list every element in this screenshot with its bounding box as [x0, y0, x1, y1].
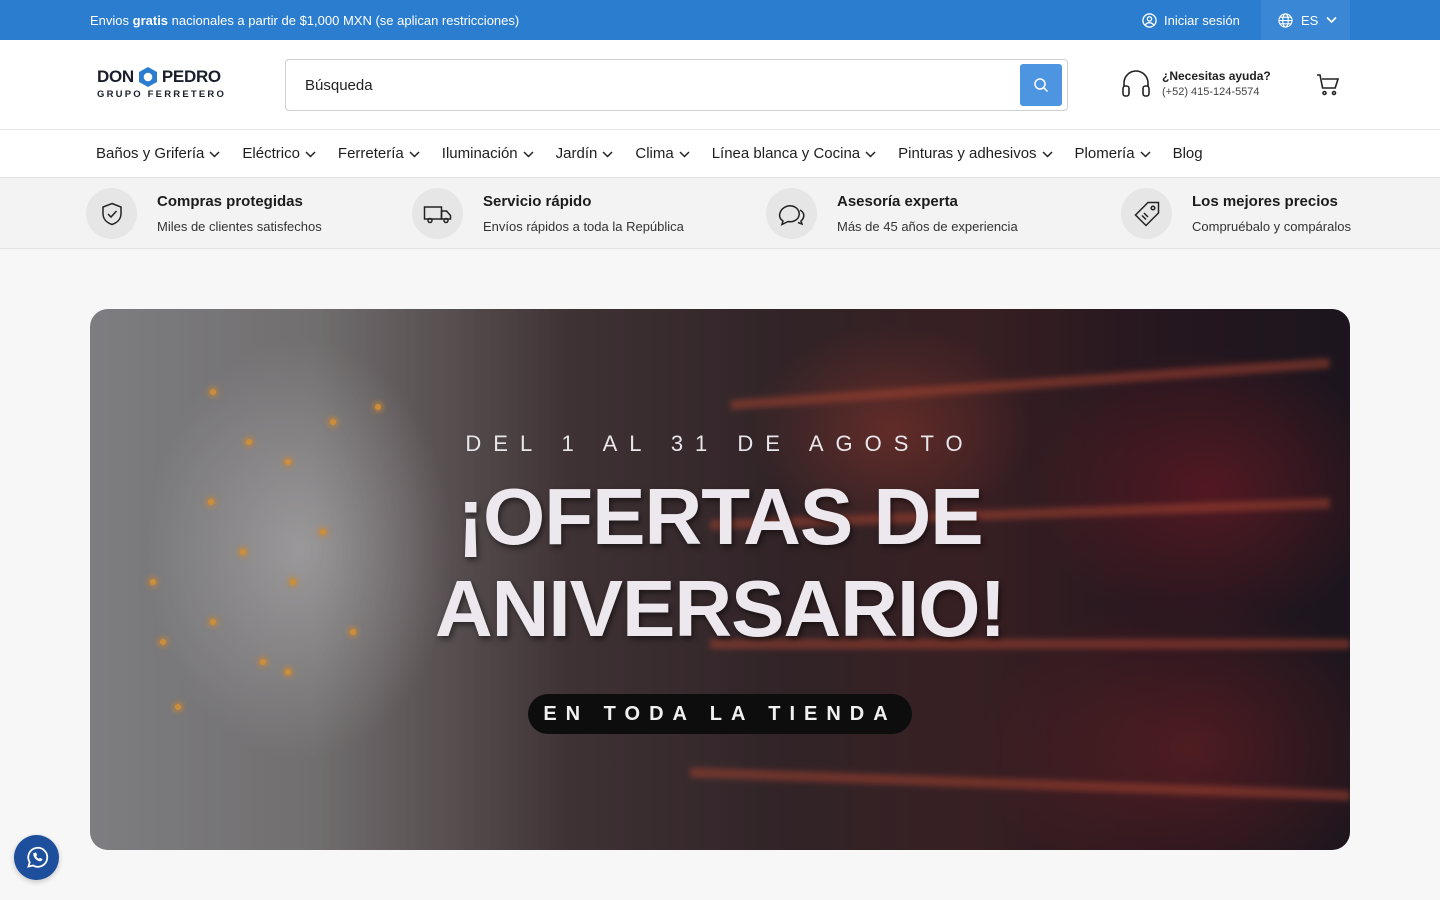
help-title: ¿Necesitas ayuda?: [1162, 68, 1271, 83]
hero-banner[interactable]: DEL 1 AL 31 DE AGOSTO ¡OFERTAS DE ANIVER…: [90, 309, 1350, 850]
chevron-down-icon: [1042, 151, 1053, 158]
nav-label: Blog: [1172, 145, 1203, 162]
user-circle-icon: [1142, 12, 1157, 28]
chevron-down-icon: [409, 151, 420, 158]
chevron-down-icon: [865, 151, 876, 158]
chevron-down-icon: [1140, 151, 1151, 158]
feature-mejores-precios: Los mejores precios Compruébalo y compár…: [1121, 188, 1351, 239]
language-selector[interactable]: ES: [1261, 0, 1350, 40]
nav-item-ferreteria[interactable]: Ferretería: [338, 145, 420, 162]
help-contact[interactable]: ¿Necesitas ayuda? (+52) 415-124-5574: [1120, 67, 1271, 99]
site-logo[interactable]: DON PEDRO GRUPO FERRETERO: [97, 67, 237, 103]
logo-text-pedro: PEDRO: [161, 67, 221, 86]
hero-headline-line1: ¡OFERTAS DE: [457, 472, 983, 561]
headphones-icon: [1122, 70, 1150, 97]
globe-icon: [1278, 12, 1293, 28]
search-placeholder: Búsqueda: [305, 76, 373, 94]
announcement-text: Envios gratis nacionales a partir de $1,…: [90, 12, 520, 28]
hero-date: DEL 1 AL 31 DE AGOSTO: [465, 431, 975, 456]
announcement-bar: Envios gratis nacionales a partir de $1,…: [0, 0, 1440, 40]
feature-subtitle: Miles de clientes satisfechos: [157, 219, 322, 234]
feature-subtitle: Más de 45 años de experiencia: [837, 219, 1018, 234]
nav-label: Clima: [635, 145, 674, 162]
feature-asesoria-experta: Asesoría experta Más de 45 años de exper…: [766, 188, 1018, 239]
nav-item-electrico[interactable]: Eléctrico: [242, 145, 316, 162]
hero-cta-pill: EN TODA LA TIENDA: [528, 694, 912, 734]
search-input[interactable]: Búsqueda: [285, 59, 1068, 111]
login-link[interactable]: Iniciar sesión: [1142, 0, 1240, 40]
nav-label: Iluminación: [441, 145, 518, 162]
nav-item-jardin[interactable]: Jardín: [556, 145, 614, 162]
chevron-down-icon: [305, 151, 316, 158]
feature-title: Compras protegidas: [157, 193, 303, 210]
chevron-down-icon: [679, 151, 690, 158]
main-navigation: Baños y Grifería Eléctrico Ferretería Il…: [0, 130, 1440, 178]
feature-title: Asesoría experta: [837, 193, 958, 210]
nav-label: Ferretería: [337, 145, 404, 162]
feature-icon-wrap: [86, 188, 137, 239]
nav-label: Pinturas y adhesivos: [898, 145, 1037, 162]
nav-item-plomeria[interactable]: Plomería: [1075, 145, 1151, 162]
chevron-down-icon: [209, 151, 220, 158]
nav-label: Jardín: [555, 145, 598, 162]
truck-icon: [423, 205, 451, 223]
chevron-down-icon: [602, 151, 613, 158]
nav-item-blog[interactable]: Blog: [1173, 145, 1203, 162]
feature-icon-wrap: [766, 188, 817, 239]
logo-text-don: DON: [97, 67, 134, 86]
hex-nut-logo-icon: [138, 67, 157, 87]
feature-title: Los mejores precios: [1192, 193, 1338, 210]
shield-check-icon: [101, 202, 122, 225]
feature-subtitle: Envíos rápidos a toda la República: [483, 219, 684, 234]
chevron-down-icon: [523, 151, 534, 158]
feature-title: Servicio rápido: [483, 193, 592, 210]
whatsapp-icon: [26, 846, 48, 868]
hero-headline: ¡OFERTAS DE ANIVERSARIO!: [90, 471, 1350, 655]
nav-label: Línea blanca y Cocina: [711, 145, 861, 162]
language-label: ES: [1301, 12, 1319, 28]
site-header: DON PEDRO GRUPO FERRETERO Búsqueda ¿Nece…: [0, 40, 1440, 130]
nav-item-banos[interactable]: Baños y Grifería: [96, 145, 220, 162]
price-tag-icon: [1133, 201, 1159, 227]
feature-icon-wrap: [412, 188, 463, 239]
features-strip: Compras protegidas Miles de clientes sat…: [0, 178, 1440, 249]
nav-item-clima[interactable]: Clima: [635, 145, 690, 162]
hero-headline-line2: ANIVERSARIO!: [434, 564, 1006, 653]
nav-label: Baños y Grifería: [96, 145, 205, 162]
help-phone: (+52) 415-124-5574: [1162, 85, 1260, 98]
chevron-down-icon: [1326, 16, 1337, 24]
feature-subtitle: Compruébalo y compáralos: [1192, 219, 1351, 234]
nav-label: Eléctrico: [242, 145, 300, 162]
feature-icon-wrap: [1121, 188, 1172, 239]
nav-label: Plomería: [1074, 145, 1135, 162]
whatsapp-button[interactable]: [14, 835, 59, 880]
logo-tagline: GRUPO FERRETERO: [97, 89, 227, 100]
nav-item-pinturas[interactable]: Pinturas y adhesivos: [898, 145, 1053, 162]
cart-icon: [1317, 74, 1340, 96]
nav-item-linea-blanca[interactable]: Línea blanca y Cocina: [712, 145, 876, 162]
cart-button[interactable]: [1316, 73, 1340, 102]
feature-servicio-rapido: Servicio rápido Envíos rápidos a toda la…: [412, 188, 684, 239]
search-button[interactable]: [1020, 64, 1062, 106]
feature-compras-protegidas: Compras protegidas Miles de clientes sat…: [86, 188, 322, 239]
login-label: Iniciar sesión: [1164, 12, 1240, 28]
nav-item-iluminacion[interactable]: Iluminación: [442, 145, 534, 162]
search-icon: [1034, 78, 1049, 93]
chat-bubbles-icon: [778, 204, 805, 226]
